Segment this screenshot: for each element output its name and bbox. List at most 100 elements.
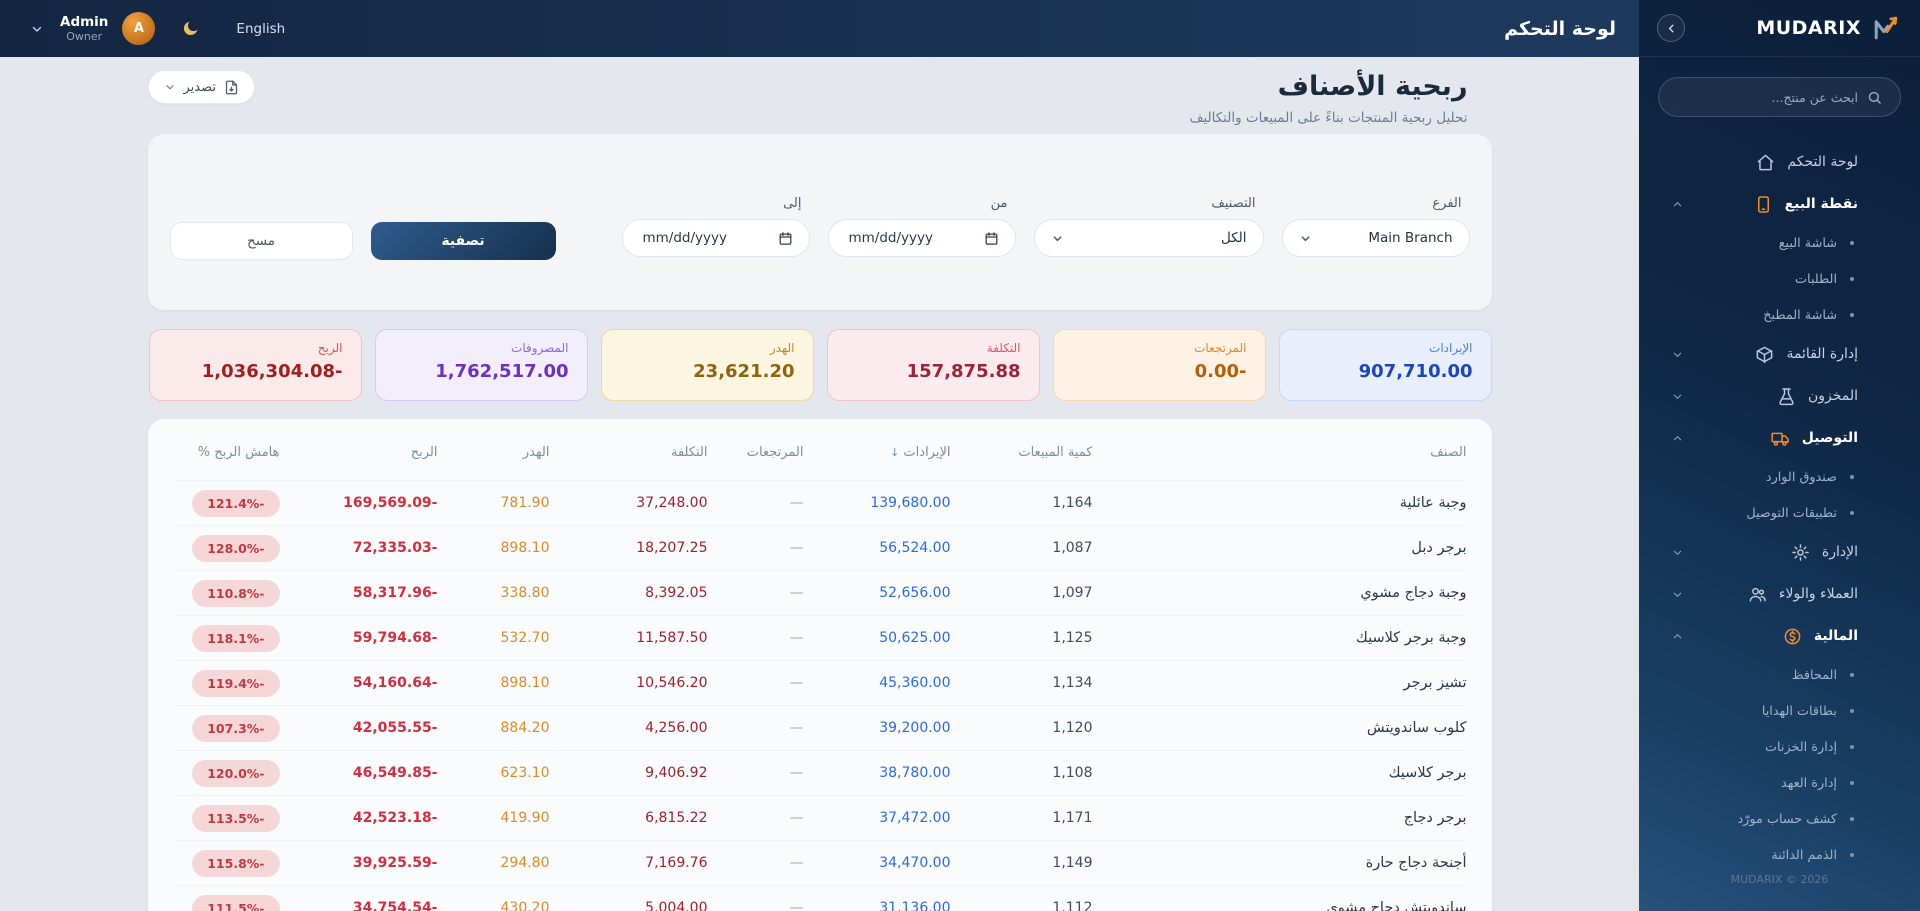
column-header-returns[interactable]: المرتجعات [708,419,804,481]
brand-name: MUDARIX [1756,17,1861,39]
cell-profit: 72,335.03- [279,525,438,571]
cell-item: برجر دجاج [1092,795,1467,841]
content-area: ربحية الأصناف تحليل ربحية المنتجات بناءً… [0,57,1639,911]
cell-qty: 1,097 [950,570,1093,616]
chevron-down-icon [1051,232,1064,245]
sidebar-item-finance[interactable]: المالية [1639,615,1920,657]
search-input[interactable]: ابحث عن منتج... [1658,77,1901,117]
bullet-dot-icon [1850,673,1854,677]
truck-icon [1771,429,1790,448]
column-header-waste[interactable]: الهدر [438,419,550,481]
sidebar-item-delivery[interactable]: التوصيل [1639,417,1920,459]
sidebar-item-customers-loyalty[interactable]: العملاء والولاء [1639,573,1920,615]
cell-returns: — [707,840,804,886]
stat-value: 23,621.20 [693,361,795,382]
sidebar-subitem-wallets[interactable]: المحافظ [1639,657,1920,693]
bullet-dot-icon [1850,475,1854,479]
dark-mode-moon-icon[interactable] [181,19,200,38]
brand-logo[interactable]: MUDARIX [1756,12,1902,44]
stat-label: الربح [317,341,343,355]
cell-cost: 10,546.20 [549,660,708,706]
cell-returns: — [707,525,804,571]
sidebar-subitem-safes-management[interactable]: إدارة الخزنات [1639,729,1920,765]
cell-margin: 128.0%- [171,525,280,571]
sidebar-nav: لوحة التحكم نقطة البيع شاشة البيع الطلبا… [1639,141,1920,873]
sidebar-subitem-inbox[interactable]: صندوق الوارد [1639,459,1920,495]
cell-margin: 110.8%- [171,570,280,616]
cell-profit: 54,160.64- [279,660,438,706]
avatar[interactable]: A [122,12,156,45]
user-role: Owner [66,30,103,43]
cell-cost: 18,207.25 [549,525,708,571]
margin-badge: 118.1%- [192,624,280,652]
table-row: وجبة عائلية 1,164 139,680.00 — 37,248.00… [171,480,1467,526]
export-button[interactable]: تصدير [147,70,256,104]
bullet-dot-icon [1850,277,1854,281]
cell-waste: 898.10 [437,525,550,571]
cell-returns: — [707,795,804,841]
column-header-item[interactable]: الصنف [1093,419,1466,481]
sidebar-subitem-kitchen-screen[interactable]: شاشة المطبخ [1639,297,1920,333]
sidebar-subitem-delivery-apps[interactable]: تطبيقات التوصيل [1639,495,1920,531]
category-select[interactable]: الكل [1033,219,1264,257]
cell-qty: 1,134 [950,660,1093,706]
to-date-field: إلى mm/dd/yyyy [621,196,810,310]
chevron-down-icon [164,81,176,93]
stat-label: المصروفات [511,341,569,355]
chevron-down-icon[interactable] [30,22,44,36]
vertical-scrollbar[interactable] [1633,135,1639,911]
chevron-up-icon [1671,432,1684,445]
bullet-dot-icon [1850,511,1854,515]
sidebar-subitem-custody-management[interactable]: إدارة العهد [1639,765,1920,801]
margin-badge: 128.0%- [192,534,280,562]
column-header-cost[interactable]: التكلفة [550,419,708,481]
cell-item: ساندويتش دجاج مشوي [1092,885,1467,911]
margin-badge: 120.0%- [192,759,280,787]
sidebar-item-dashboard[interactable]: لوحة التحكم [1639,141,1920,183]
flask-icon [1777,387,1796,406]
sidebar-item-menu-management[interactable]: إدارة القائمة [1639,333,1920,375]
user-name: Admin [60,14,109,30]
calendar-icon [778,231,793,246]
cell-margin: 107.3%- [171,705,280,751]
sidebar-item-administration[interactable]: الإدارة [1639,531,1920,573]
sidebar-subitem-orders[interactable]: الطلبات [1639,261,1920,297]
column-header-qty[interactable]: كمية المبيعات [951,419,1092,481]
sidebar-item-pos[interactable]: نقطة البيع [1639,183,1920,225]
cell-cost: 37,248.00 [549,480,708,526]
cell-cost: 6,815.22 [549,795,708,841]
sidebar-subitem-sales-screen[interactable]: شاشة البيع [1639,225,1920,261]
to-date-label: إلى [783,196,802,211]
cell-qty: 1,120 [950,705,1093,751]
cell-waste: 430.20 [437,885,550,911]
sidebar-collapse-button[interactable] [1657,14,1685,42]
cell-revenue: 52,656.00 [803,570,951,616]
sidebar-subitem-gift-cards[interactable]: بطاقات الهدايا [1639,693,1920,729]
sidebar-subitem-supplier-statement[interactable]: كشف حساب مورّد [1639,801,1920,837]
column-header-profit[interactable]: الربح [280,419,438,481]
column-header-revenue[interactable]: الإيرادات ↓ [804,419,950,481]
cell-margin: 120.0%- [171,750,280,796]
column-header-margin[interactable]: هامش الربح % [172,419,280,481]
home-icon [1756,153,1775,172]
cell-waste: 781.90 [437,480,550,526]
sidebar-subitem-accounts-payable[interactable]: الذمم الدائنة [1639,837,1920,873]
cell-profit: 34,754.54- [279,885,438,911]
from-date-field: من mm/dd/yyyy [827,196,1016,310]
stat-card-expenses: المصروفات 1,762,517.00 [374,329,588,401]
language-selector[interactable]: English [236,21,285,37]
to-date-input[interactable]: mm/dd/yyyy [621,219,810,257]
user-name-block[interactable]: Admin Owner [60,14,108,43]
branch-label: الفرع [1432,196,1462,211]
branch-select[interactable]: Main Branch [1281,219,1470,257]
cell-item: برجر كلاسيك [1092,750,1467,796]
topbar-user-cluster: Admin Owner A English [30,12,285,45]
sidebar-item-inventory[interactable]: المخزون [1639,375,1920,417]
filter-button[interactable]: تصفية [370,222,556,260]
bullet-dot-icon [1850,241,1854,245]
margin-badge: 119.4%- [192,669,280,697]
clear-button[interactable]: مسح [169,222,353,260]
from-date-input[interactable]: mm/dd/yyyy [827,219,1016,257]
table-row: برجر دبل 1,087 56,524.00 — 18,207.25 898… [171,525,1467,571]
cell-waste: 623.10 [437,750,550,796]
